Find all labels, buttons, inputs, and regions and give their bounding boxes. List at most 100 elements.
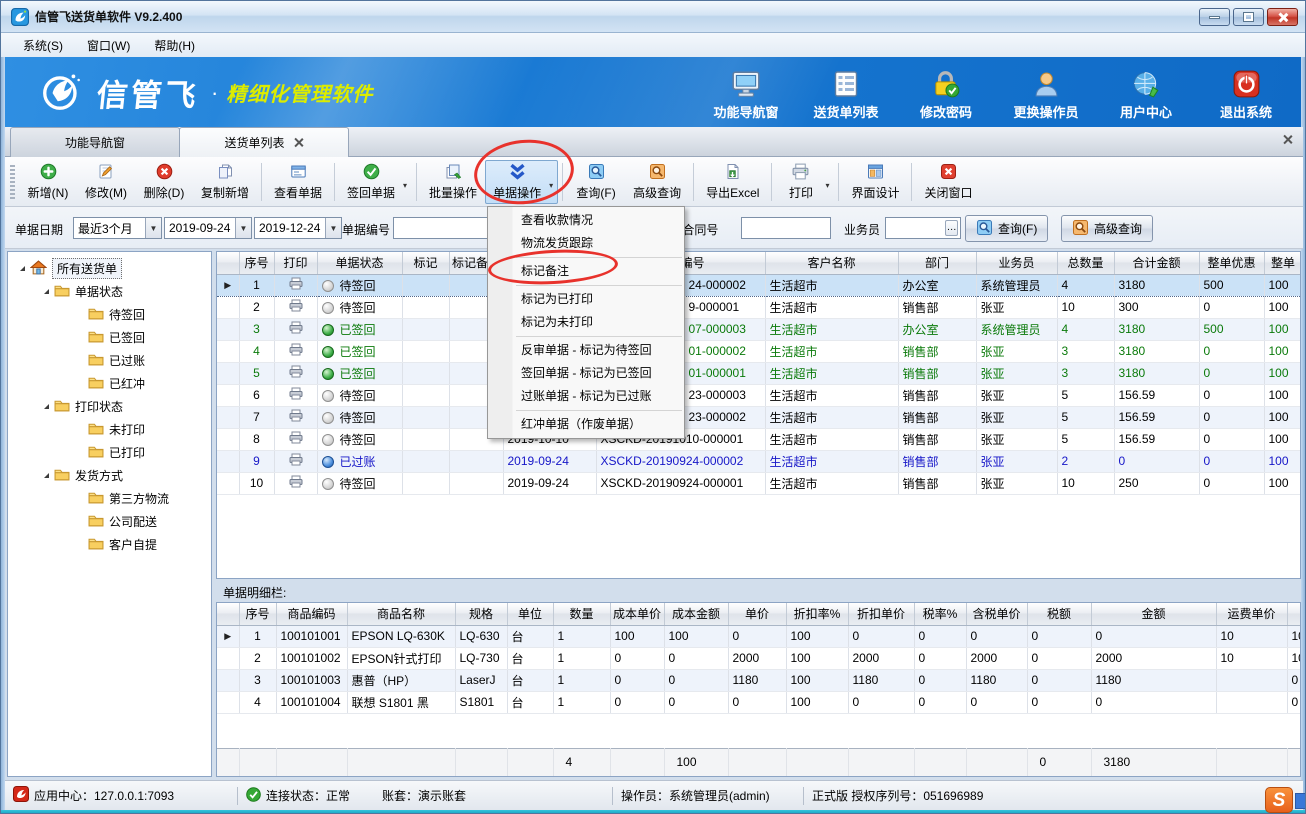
tree-expander-icon[interactable]	[44, 404, 49, 409]
toolbar-button-13[interactable]: 关闭窗口	[916, 160, 980, 204]
column-header[interactable]: 标记	[402, 252, 449, 274]
date-from-picker[interactable]: 2019-09-24 ▼	[164, 217, 252, 239]
table-row[interactable]: ▶1待签回24-000002生活超市办公室系统管理员43180500100	[217, 274, 1301, 296]
menubar-item-2[interactable]: 帮助(H)	[142, 34, 207, 57]
column-header[interactable]: 运费单价	[1216, 603, 1287, 625]
toolbar-button-8[interactable]: 查询(F)	[567, 160, 625, 204]
toolbar-button-1[interactable]: 修改(M)	[77, 160, 135, 204]
table-row[interactable]: 6待签回23-000003生活超市销售部张亚5156.590100	[217, 384, 1301, 406]
column-header[interactable]: 税额	[1027, 603, 1091, 625]
table-row[interactable]: 4已签回01-000002生活超市销售部张亚331800100	[217, 340, 1301, 362]
column-header[interactable]: 数量	[553, 603, 610, 625]
lookup-ellipsis-button[interactable]: …	[945, 220, 958, 236]
column-header[interactable]: 业务员	[976, 252, 1057, 274]
table-row[interactable]: 9已过账2019-09-24XSCKD-20190924-000002生活超市销…	[217, 450, 1301, 472]
tree-item-2-1[interactable]: 公司配送	[8, 510, 211, 533]
ime-indicator[interactable]: S	[1265, 787, 1306, 813]
context-menu-item-0[interactable]: 查看收款情况	[488, 209, 684, 232]
column-header[interactable]: 单价	[728, 603, 786, 625]
chevron-down-icon[interactable]: ▼	[145, 218, 161, 238]
toolbar-button-2[interactable]: 删除(D)	[135, 160, 193, 204]
date-to-picker[interactable]: 2019-12-24 ▼	[254, 217, 342, 239]
column-header[interactable]	[1287, 603, 1301, 625]
row-selector-header[interactable]	[217, 252, 239, 274]
ime-toolbar-icon[interactable]	[1295, 793, 1306, 809]
tree-group-2[interactable]: 发货方式	[8, 464, 211, 487]
tree-expander-icon[interactable]	[44, 289, 49, 294]
banner-action-power[interactable]: 退出系统	[1203, 65, 1289, 121]
table-row[interactable]: 7待签回23-000002生活超市销售部张亚5156.590100	[217, 406, 1301, 428]
context-menu-item-12[interactable]: 红冲单据（作废单据）	[488, 413, 684, 436]
chevron-down-icon[interactable]: ▾	[403, 181, 407, 190]
menubar-item-0[interactable]: 系统(S)	[11, 34, 75, 57]
table-row[interactable]: 3已签回07-000003生活超市办公室系统管理员43180500100	[217, 318, 1301, 340]
query-button[interactable]: 查询(F)	[965, 215, 1048, 242]
column-header[interactable]: 单据状态	[317, 252, 402, 274]
chevron-down-icon[interactable]: ▾	[825, 181, 829, 190]
column-header[interactable]: 折扣单价	[848, 603, 914, 625]
table-row[interactable]: 8待签回2019-10-10XSCKD-20191010-000001生活超市销…	[217, 428, 1301, 450]
chevron-down-icon[interactable]: ▼	[325, 218, 341, 238]
toolbar-button-10[interactable]: 导出Excel	[698, 160, 767, 204]
tree-item-0-3[interactable]: 已红冲	[8, 372, 211, 395]
maximize-button[interactable]	[1233, 8, 1264, 26]
column-header[interactable]: 商品编码	[276, 603, 347, 625]
table-row[interactable]: 5已签回01-000001生活超市销售部张亚331800100	[217, 362, 1301, 384]
context-menu-item-6[interactable]: 标记为未打印	[488, 311, 684, 334]
tree-group-1[interactable]: 打印状态	[8, 395, 211, 418]
tree-expander-icon[interactable]	[44, 473, 49, 478]
menubar-item-1[interactable]: 窗口(W)	[75, 34, 142, 57]
tree-item-0-1[interactable]: 已签回	[8, 326, 211, 349]
context-menu-item-9[interactable]: 签回单据 - 标记为已签回	[488, 362, 684, 385]
tab-close-icon[interactable]	[293, 137, 304, 148]
column-header[interactable]: 序号	[239, 603, 276, 625]
column-header[interactable]: 规格	[455, 603, 507, 625]
tree-item-1-1[interactable]: 已打印	[8, 441, 211, 464]
column-header[interactable]: 单位	[507, 603, 553, 625]
chevron-down-icon[interactable]: ▼	[235, 218, 251, 238]
tree-item-0-0[interactable]: 待签回	[8, 303, 211, 326]
column-header[interactable]: 客户名称	[765, 252, 898, 274]
detail-row[interactable]: 3100101003惠普（HP）LaserJ台10011801001180011…	[217, 669, 1301, 691]
toolbar-button-5[interactable]: 签回单据▾	[339, 160, 412, 204]
contract-no-input[interactable]	[742, 218, 830, 238]
toolbar-button-12[interactable]: 界面设计	[843, 160, 907, 204]
tree-item-0-2[interactable]: 已过账	[8, 349, 211, 372]
detail-row[interactable]: 2100101002EPSON针式打印LQ-730台10020001002000…	[217, 647, 1301, 669]
advanced-query-button[interactable]: 高级查询	[1061, 215, 1153, 242]
banner-action-globe[interactable]: 用户中心	[1103, 65, 1189, 121]
tree-item-2-0[interactable]: 第三方物流	[8, 487, 211, 510]
minimize-button[interactable]	[1199, 8, 1230, 26]
toolbar-button-9[interactable]: 高级查询	[625, 160, 689, 204]
tree-item-root[interactable]: 所有送货单	[8, 257, 211, 280]
column-header[interactable]: 商品名称	[347, 603, 455, 625]
column-header[interactable]: 成本金额	[664, 603, 728, 625]
column-header[interactable]: 部门	[898, 252, 976, 274]
table-row[interactable]: 2待签回9-000001生活超市销售部张亚103000100	[217, 296, 1301, 318]
column-header[interactable]: 整单	[1264, 252, 1301, 274]
banner-action-lock[interactable]: 修改密码	[903, 65, 989, 121]
column-header[interactable]: 总数量	[1057, 252, 1114, 274]
context-menu-item-8[interactable]: 反审单据 - 标记为待签回	[488, 339, 684, 362]
tabstrip-close-icon[interactable]	[1282, 134, 1293, 145]
tab-1[interactable]: 送货单列表	[179, 127, 349, 157]
salesman-input[interactable]	[886, 218, 945, 238]
tree-item-2-2[interactable]: 客户自提	[8, 533, 211, 556]
toolbar-button-3[interactable]: 复制新增	[193, 160, 257, 204]
row-selector-header[interactable]	[217, 603, 239, 625]
detail-row[interactable]: 4100101004联想 S1801 黑S1801台1000100000000	[217, 691, 1301, 713]
tree-expander-icon[interactable]	[20, 266, 25, 271]
column-header[interactable]: 金额	[1091, 603, 1216, 625]
detail-row[interactable]: ▶1100101001EPSON LQ-630KLQ-630台110010001…	[217, 625, 1301, 647]
tab-0[interactable]: 功能导航窗	[10, 127, 180, 157]
toolbar-button-11[interactable]: 打印▾	[776, 160, 834, 204]
banner-action-monitor[interactable]: 功能导航窗	[703, 65, 789, 121]
banner-action-user[interactable]: 更换操作员	[1003, 65, 1089, 121]
column-header[interactable]: 序号	[239, 252, 274, 274]
column-header[interactable]: 打印	[274, 252, 317, 274]
column-header[interactable]: 税率%	[914, 603, 966, 625]
table-row[interactable]: 10待签回2019-09-24XSCKD-20190924-000001生活超市…	[217, 472, 1301, 494]
ime-sogou-icon[interactable]: S	[1265, 787, 1293, 813]
toolbar-button-4[interactable]: 查看单据	[266, 160, 330, 204]
tree-group-0[interactable]: 单据状态	[8, 280, 211, 303]
